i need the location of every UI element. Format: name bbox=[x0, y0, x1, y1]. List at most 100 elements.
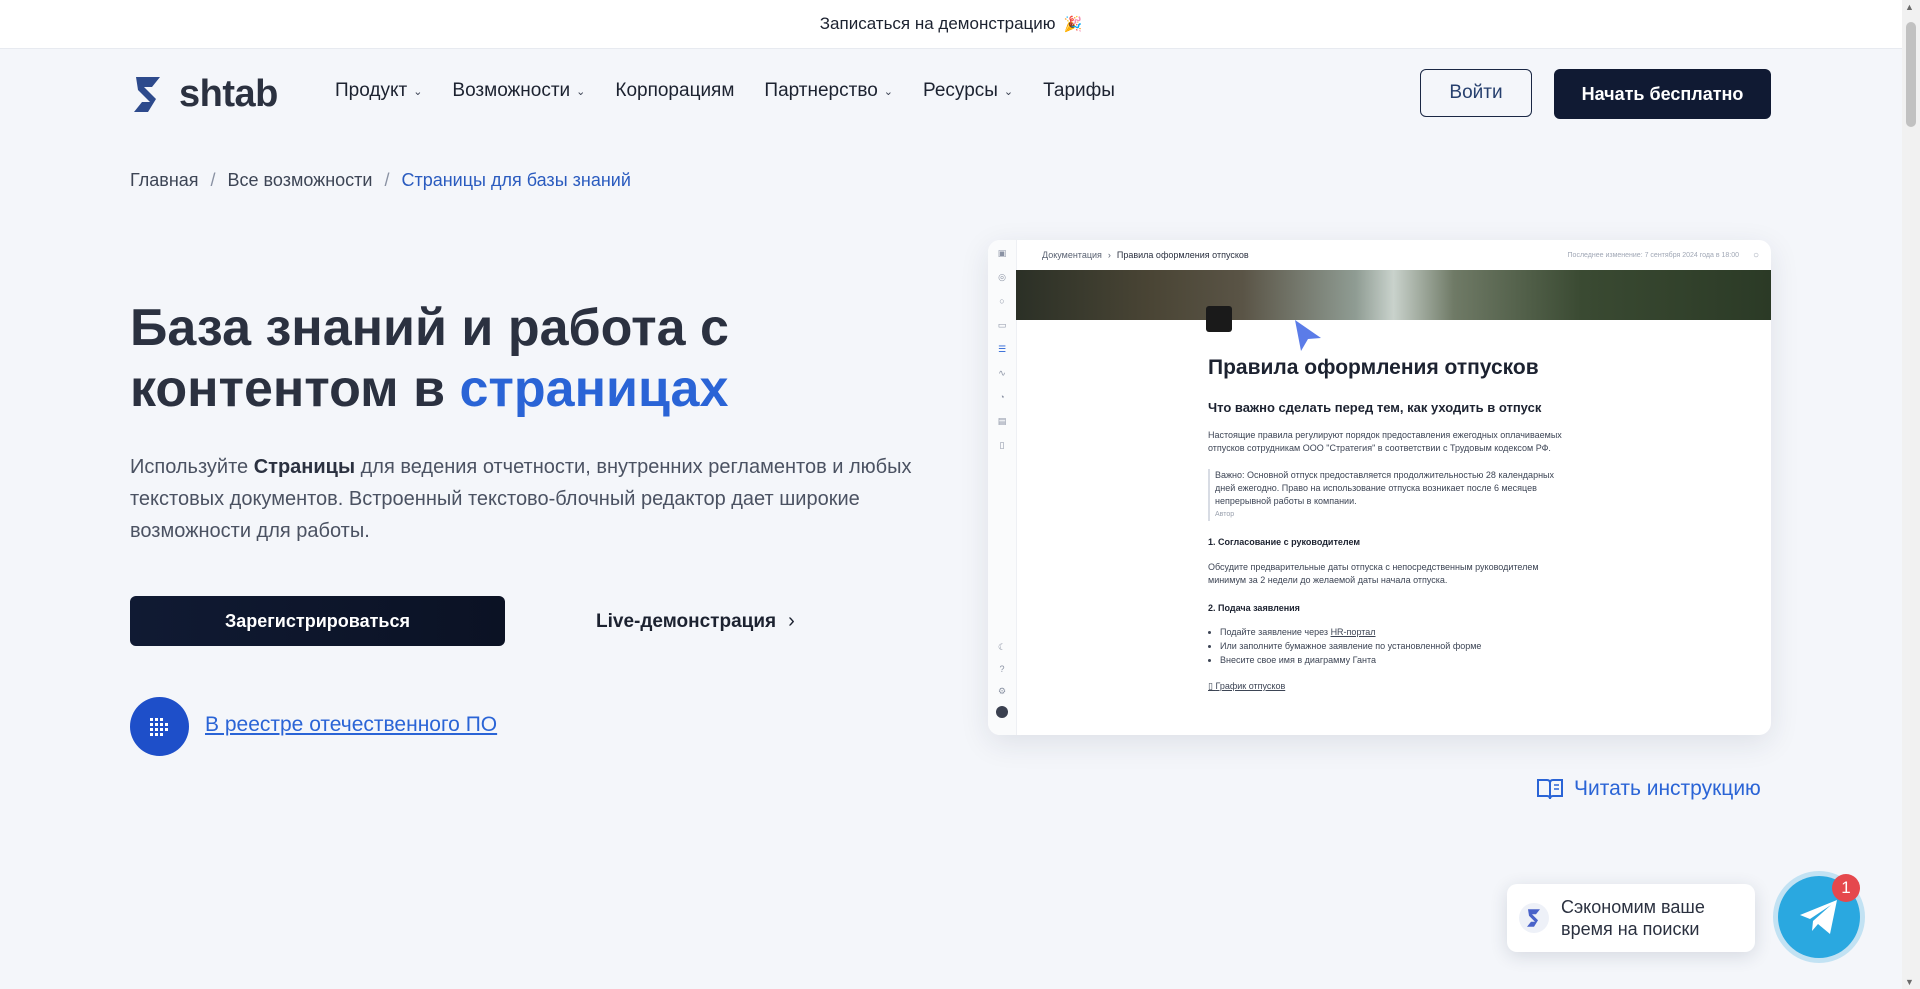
breadcrumb-separator: / bbox=[210, 170, 216, 190]
quote-author: Автор bbox=[1215, 511, 1235, 518]
breadcrumb: Главная / Все возможности / Страницы для… bbox=[130, 170, 631, 191]
cursor-icon bbox=[1295, 320, 1321, 351]
cover-image bbox=[1016, 270, 1771, 320]
nav-partnership[interactable]: Партнерство ⌄ bbox=[764, 80, 893, 102]
title-accent: страницах bbox=[459, 360, 729, 418]
chevron-down-icon: ⌄ bbox=[1003, 85, 1014, 98]
preview-search-icon: ○ bbox=[1752, 249, 1759, 261]
page-title: База знаний и работа с контентом в стран… bbox=[130, 298, 910, 420]
product-preview: ▣ ◎ ○ ▭ ☰ ∿ ◔ ▤ ▯ ☾ ? ⚙ Документация › П… bbox=[988, 240, 1771, 735]
breadcrumb-home[interactable]: Главная bbox=[130, 170, 199, 191]
registry-grid-icon bbox=[149, 717, 168, 736]
breadcrumb-all-features[interactable]: Все возможности bbox=[228, 170, 373, 191]
file-icon: ▯ bbox=[999, 440, 1005, 450]
breadcrumb-current: Страницы для базы знаний bbox=[401, 170, 631, 190]
desc-bold: Страницы bbox=[253, 456, 356, 478]
doc-subtitle: Что важно сделать перед тем, как уходить… bbox=[1208, 400, 1542, 415]
preview-topbar: Документация › Правила оформления отпуск… bbox=[1016, 240, 1771, 270]
scroll-down-icon[interactable]: ▼ bbox=[1905, 977, 1914, 987]
nav-pricing[interactable]: Тарифы bbox=[1043, 80, 1115, 102]
breadcrumb-separator: / bbox=[384, 170, 390, 190]
shtab-mini-logo-icon bbox=[1519, 903, 1549, 933]
chevron-down-icon: ⌄ bbox=[576, 85, 586, 98]
book-icon bbox=[1537, 779, 1563, 800]
list-text: Внесите свое имя в диаграмму Ганта bbox=[1220, 655, 1377, 665]
chat-prompt-bubble[interactable]: Сэкономим ваше время на поиски bbox=[1507, 884, 1755, 952]
hr-portal-link: HR-портал bbox=[1330, 627, 1376, 637]
list-text: Или заполните бумажное заявление по уста… bbox=[1220, 641, 1482, 651]
registry-icon bbox=[130, 697, 189, 756]
shtab-logo-icon bbox=[134, 77, 160, 112]
doc-paragraph: Обсудите предварительные даты отпуска с … bbox=[1208, 562, 1539, 585]
page-icon bbox=[1206, 306, 1232, 332]
nav-label: Корпорациям bbox=[615, 80, 735, 101]
inbox-icon: ▭ bbox=[997, 320, 1007, 330]
list-item: Или заполните бумажное заявление по уста… bbox=[1220, 639, 1728, 653]
doc-paragraph: Настоящие правила регулируют порядок пре… bbox=[1208, 430, 1562, 453]
logo[interactable]: shtab bbox=[130, 73, 278, 116]
chat-prompt-text: Сэкономим ваше время на поиски bbox=[1561, 897, 1705, 939]
live-demo-link[interactable]: Live-демонстрация › bbox=[596, 610, 795, 633]
nav-label: Возможности bbox=[452, 80, 571, 101]
chevron-down-icon: ⌄ bbox=[883, 85, 893, 98]
list-item: Внесите свое имя в диаграмму Ганта bbox=[1220, 653, 1728, 667]
search-icon: ○ bbox=[999, 296, 1005, 306]
doc-section: 1. Согласование с руководителем bbox=[1208, 537, 1361, 547]
help-icon: ? bbox=[999, 664, 1005, 674]
doc-list: Подайте заявление через HR-портал Или за… bbox=[1208, 625, 1728, 667]
nav-corporate[interactable]: Корпорациям bbox=[615, 80, 734, 102]
nav-features[interactable]: Возможности ⌄ bbox=[452, 80, 585, 102]
preview-crumb-separator: › bbox=[1107, 250, 1111, 260]
announcement-text[interactable]: Записаться на демонстрацию bbox=[820, 14, 1056, 34]
main-nav: Продукт ⌄ Возможности ⌄ Корпорациям Партне… bbox=[335, 80, 1145, 102]
preview-sidebar: ▣ ◎ ○ ▭ ☰ ∿ ◔ ▤ ▯ ☾ ? ⚙ bbox=[988, 240, 1017, 735]
preview-document: Правила оформления отпусков Что важно сд… bbox=[1208, 356, 1728, 692]
scroll-up-icon[interactable]: ▲ bbox=[1905, 2, 1914, 12]
preview-crumb-root: Документация bbox=[1042, 250, 1102, 260]
desc-rest: для ведения отчетности, внутренних регла… bbox=[130, 456, 912, 542]
read-instruction-label: Читать инструкцию bbox=[1574, 777, 1761, 800]
chevron-down-icon: ⌄ bbox=[413, 85, 423, 98]
party-icon: 🎉 bbox=[1063, 16, 1083, 33]
preview-crumb-current: Правила оформления отпусков bbox=[1116, 250, 1249, 260]
list-text: Подайте заявление через bbox=[1220, 627, 1331, 637]
preview-breadcrumb: Документация › Правила оформления отпуск… bbox=[1042, 250, 1249, 260]
desc-prefix: Используйте bbox=[130, 456, 249, 478]
moon-icon: ☾ bbox=[997, 642, 1007, 652]
start-free-button[interactable]: Начать бесплатно bbox=[1554, 69, 1771, 119]
login-button[interactable]: Войти bbox=[1420, 69, 1532, 117]
logo-text: shtab bbox=[179, 73, 278, 115]
notification-badge: 1 bbox=[1832, 874, 1860, 902]
panel-icon: ▣ bbox=[997, 248, 1007, 258]
nav-label: Продукт bbox=[335, 80, 408, 101]
nav-resources[interactable]: Ресурсы ⌄ bbox=[923, 80, 1013, 102]
nav-product[interactable]: Продукт ⌄ bbox=[335, 80, 422, 102]
nav-label: Партнерство bbox=[764, 80, 878, 101]
nav-label: Ресурсы bbox=[923, 80, 998, 101]
registry-link[interactable]: В реестре отечественного ПО bbox=[205, 713, 497, 737]
avatar bbox=[996, 706, 1008, 718]
pulse-icon: ∿ bbox=[998, 368, 1006, 378]
scrollbar[interactable]: ▲ ▼ bbox=[1902, 0, 1920, 989]
settings-icon: ⚙ bbox=[997, 686, 1007, 696]
telegram-icon bbox=[1800, 900, 1837, 934]
doc-section: 2. Подача заявления bbox=[1208, 603, 1300, 613]
check-icon: ◎ bbox=[998, 272, 1006, 282]
list-item: Подайте заявление через HR-портал bbox=[1220, 625, 1728, 639]
quote-text: Важно: Основной отпуск предоставляется п… bbox=[1215, 470, 1555, 506]
image-icon: ▤ bbox=[997, 416, 1007, 426]
list-icon: ☰ bbox=[997, 344, 1007, 354]
read-instruction-link[interactable]: Читать инструкцию bbox=[1536, 777, 1761, 801]
nav-label: Тарифы bbox=[1043, 80, 1115, 101]
chevron-right-icon: › bbox=[788, 610, 795, 632]
doc-file-link: ▯ График отпусков bbox=[1208, 681, 1728, 692]
file-name: График отпусков bbox=[1215, 681, 1286, 691]
preview-edited: Последнее изменение: 7 сентября 2024 год… bbox=[1567, 251, 1739, 259]
register-button[interactable]: Зарегистрироваться bbox=[130, 596, 505, 646]
doc-title: Правила оформления отпусков bbox=[1208, 356, 1539, 379]
hero-description: Используйте Страницы для ведения отчетно… bbox=[130, 451, 930, 547]
doc-quote: Важно: Основной отпуск предоставляется п… bbox=[1208, 469, 1575, 521]
live-demo-label: Live-демонстрация bbox=[596, 610, 777, 632]
announcement-bar[interactable]: Записаться на демонстрацию 🎉 bbox=[0, 0, 1902, 49]
scrollbar-thumb[interactable] bbox=[1906, 22, 1916, 127]
